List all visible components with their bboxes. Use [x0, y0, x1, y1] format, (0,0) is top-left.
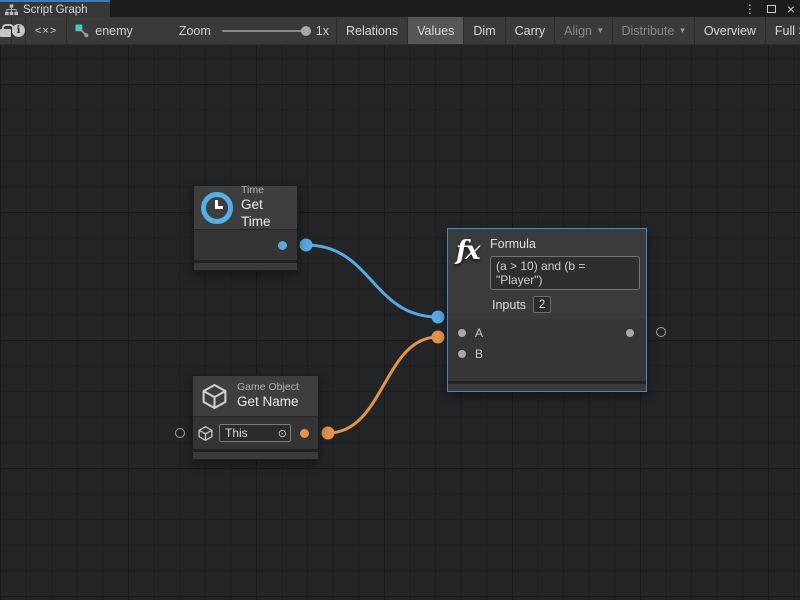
node-footer — [194, 260, 297, 270]
values-button[interactable]: Values — [408, 17, 464, 44]
node-footer — [448, 381, 646, 391]
window-menu-icon[interactable]: ⋮ — [744, 3, 756, 15]
node-title: Get Time — [241, 197, 287, 231]
node-footer — [193, 449, 318, 459]
object-picker-icon[interactable]: ⊙ — [278, 427, 287, 440]
wire-endpoint — [322, 427, 335, 440]
game-object-icon-small — [197, 425, 214, 442]
relations-button[interactable]: Relations — [337, 17, 408, 44]
info-icon: i — [12, 24, 25, 37]
close-icon[interactable]: × — [787, 2, 795, 16]
unconnected-input-port[interactable] — [175, 428, 185, 438]
info-button[interactable]: i — [12, 17, 26, 44]
wire-endpoint — [432, 331, 445, 344]
distribute-button[interactable]: Distribute ▾ — [613, 17, 695, 44]
maximize-icon[interactable] — [767, 5, 776, 13]
zoom-slider-handle[interactable] — [301, 26, 311, 36]
node-title: Get Name — [237, 394, 299, 411]
output-port-result[interactable] — [626, 329, 634, 337]
formula-expression-input[interactable]: (a > 10) and (b = "Player") — [490, 256, 640, 290]
graph-hierarchy-icon — [5, 4, 18, 16]
graph-name: enemy — [95, 24, 133, 38]
chevron-down-icon: ▾ — [680, 25, 685, 36]
zoom-slider-track[interactable] — [222, 30, 308, 32]
zoom-label: Zoom — [170, 17, 220, 44]
wire-endpoint — [432, 311, 445, 324]
input-port-b[interactable] — [458, 350, 466, 358]
tab-title: Script Graph — [23, 4, 88, 16]
script-graph-asset-icon — [75, 24, 89, 38]
node-body — [194, 229, 297, 260]
output-port-name[interactable] — [300, 429, 309, 438]
inputs-count-field[interactable]: 2 — [533, 296, 551, 313]
inputs-label: Inputs — [492, 298, 526, 312]
output-port-value[interactable] — [278, 241, 287, 250]
port-row-b: B — [448, 343, 646, 364]
node-category: Time — [241, 184, 287, 197]
node-get-time[interactable]: Time Get Time — [193, 185, 298, 271]
node-ports: A B — [448, 319, 646, 381]
node-category: Game Object — [237, 381, 299, 394]
port-row-a: A — [448, 322, 646, 343]
node-header[interactable]: Time Get Time — [194, 186, 297, 229]
node-body: This ⊙ — [193, 416, 318, 449]
tab-script-graph[interactable]: Script Graph — [0, 0, 110, 17]
node-formula[interactable]: fx Formula (a > 10) and (b = "Player") I… — [447, 228, 647, 392]
node-get-name[interactable]: Game Object Get Name This ⊙ — [192, 375, 319, 460]
node-title: Formula — [490, 237, 637, 251]
graph-breadcrumb[interactable]: enemy — [67, 17, 142, 44]
connection-wires — [0, 45, 800, 600]
target-object-field[interactable]: This ⊙ — [219, 424, 291, 442]
node-header[interactable]: Game Object Get Name — [193, 376, 318, 416]
dim-button[interactable]: Dim — [464, 17, 505, 44]
title-bar: Script Graph ⋮ × — [0, 0, 800, 17]
overview-button[interactable]: Overview — [695, 17, 766, 44]
wire-getname-to-formula-b — [328, 337, 438, 433]
unconnected-output-port[interactable] — [656, 327, 666, 337]
fullscreen-button[interactable]: Full Screen — [766, 17, 800, 44]
input-port-a[interactable] — [458, 329, 466, 337]
chevron-down-icon: ▾ — [598, 25, 603, 36]
edit-graph-button[interactable]: <×> — [26, 17, 67, 44]
align-button[interactable]: Align ▾ — [555, 17, 612, 44]
node-header[interactable]: fx Formula (a > 10) and (b = "Player") I… — [448, 229, 646, 319]
fx-icon: fx — [456, 236, 479, 266]
lock-button[interactable] — [0, 17, 12, 44]
game-object-icon — [200, 382, 229, 411]
target-object-value: This — [225, 426, 248, 440]
zoom-value: 1x — [310, 17, 337, 44]
zoom-slider[interactable] — [220, 17, 310, 44]
wire-gettime-to-formula-a — [306, 245, 438, 317]
lock-icon — [0, 29, 11, 37]
clock-icon — [201, 192, 233, 224]
graph-toolbar: i <×> enemy Zoom 1x Relations Values Dim… — [0, 17, 800, 45]
graph-canvas[interactable]: Time Get Time fx Formula (a > 10) and (b… — [0, 45, 800, 600]
wire-endpoint — [300, 239, 313, 252]
carry-button[interactable]: Carry — [506, 17, 556, 44]
